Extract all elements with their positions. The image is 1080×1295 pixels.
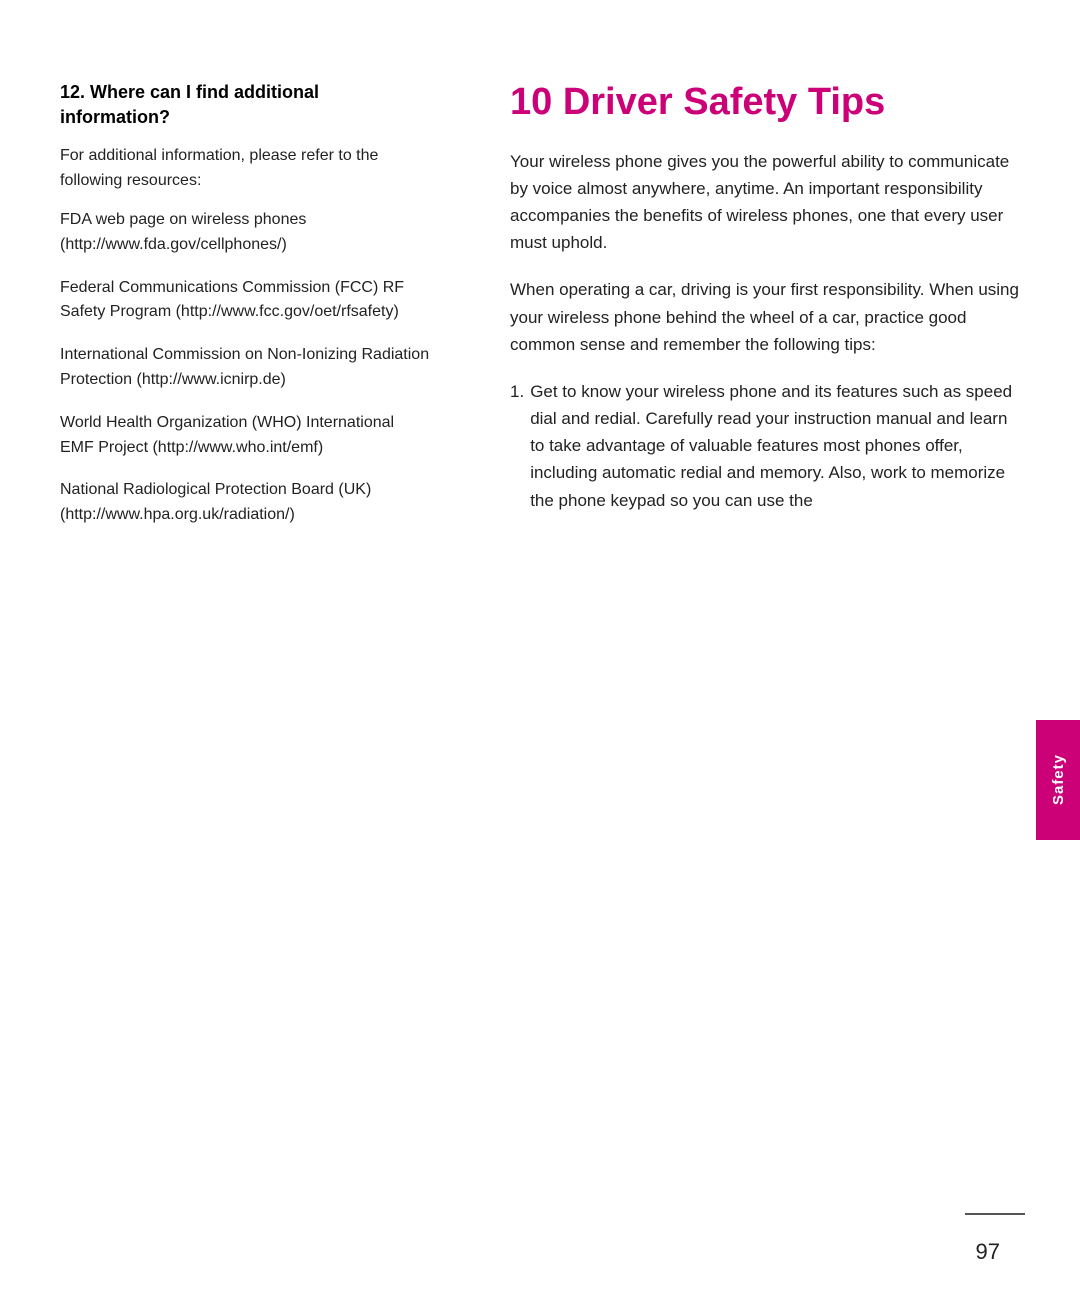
resource-nrpb: National Radiological Protection Board (… (60, 478, 430, 528)
resource-fcc: Federal Communications Commission (FCC) … (60, 276, 430, 326)
right-column: 10 Driver Safety Tips Your wireless phon… (500, 80, 1020, 1169)
sidebar-tab: Safety (1036, 720, 1080, 840)
footer-divider (965, 1213, 1025, 1215)
numbered-item-1: 1. Get to know your wireless phone and i… (510, 378, 1020, 514)
content-area: 12. Where can I find additional informat… (0, 0, 1080, 1229)
item-text-1: Get to know your wireless phone and its … (530, 378, 1020, 514)
resource-who-text: World Health Organization (WHO) Internat… (60, 411, 430, 461)
item-number-1: 1. (510, 378, 524, 405)
left-column: 12. Where can I find additional informat… (60, 80, 460, 1169)
section-heading: 12. Where can I find additional informat… (60, 80, 430, 130)
page-container: 12. Where can I find additional informat… (0, 0, 1080, 1295)
sidebar-label: Safety (1050, 754, 1067, 805)
resource-nrpb-text: National Radiological Protection Board (… (60, 478, 430, 528)
intro-text: For additional information, please refer… (60, 144, 430, 194)
resource-fcc-text: Federal Communications Commission (FCC) … (60, 276, 430, 326)
resource-who: World Health Organization (WHO) Internat… (60, 411, 430, 461)
right-paragraph-2: When operating a car, driving is your fi… (510, 276, 1020, 358)
resource-icnirp: International Commission on Non-Ionizing… (60, 343, 430, 393)
page-footer: 97 (0, 1229, 1080, 1295)
resource-fda-text: FDA web page on wireless phones (http://… (60, 208, 430, 258)
chapter-title: 10 Driver Safety Tips (510, 80, 1020, 126)
page-number: 97 (976, 1239, 1000, 1265)
resource-icnirp-text: International Commission on Non-Ionizing… (60, 343, 430, 393)
resource-fda: FDA web page on wireless phones (http://… (60, 208, 430, 258)
right-paragraph-1: Your wireless phone gives you the powerf… (510, 148, 1020, 257)
